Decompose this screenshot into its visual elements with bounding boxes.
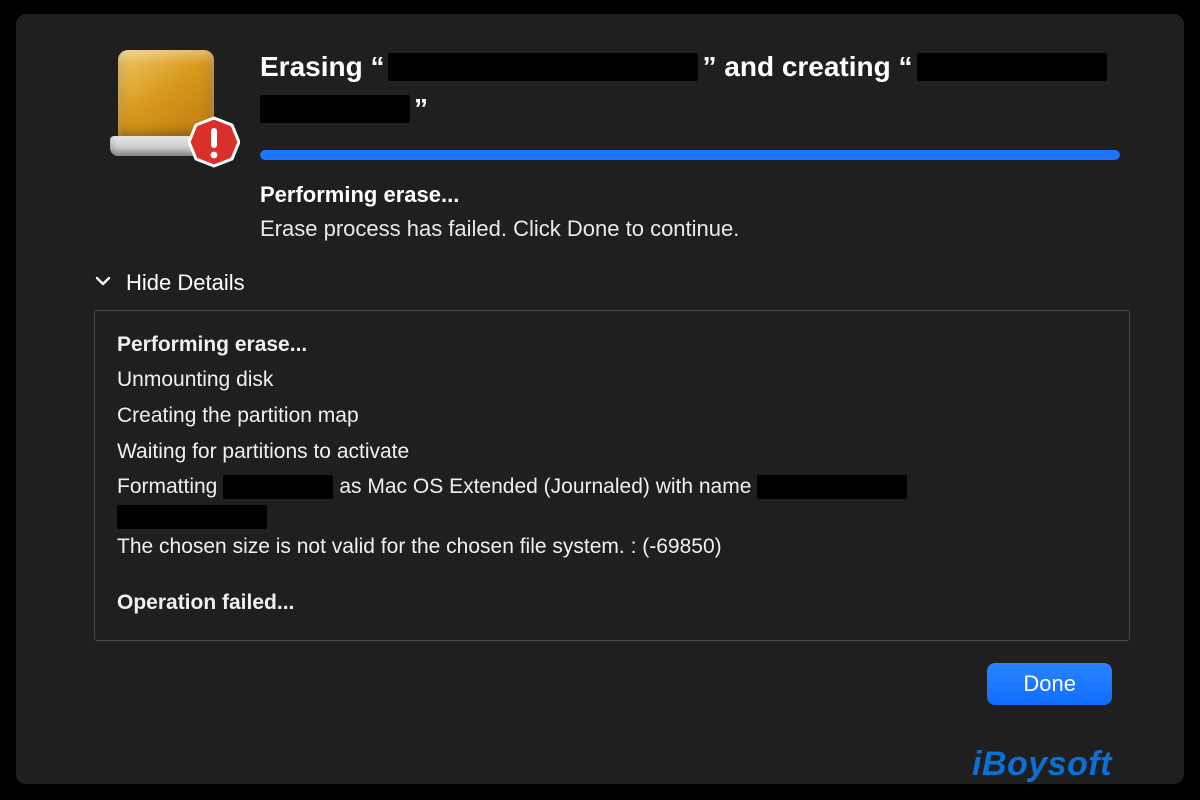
- log-spacer: [117, 565, 1107, 585]
- redacted-volume-name-1: [757, 475, 907, 499]
- redacted-target-name-2: [260, 95, 410, 123]
- chevron-down-icon: [94, 270, 112, 296]
- log-line: Unmounting disk: [117, 362, 1107, 398]
- redacted-target-name-1: [917, 53, 1107, 81]
- dialog-header: Erasing “ ” and creating “ ” Performing …: [60, 44, 1140, 242]
- progress-fill: [260, 150, 1120, 160]
- external-drive-icon: [110, 44, 230, 164]
- redacted-volume-name-2: [117, 505, 267, 529]
- watermark-logo: iBoysoft: [972, 745, 1112, 784]
- redacted-source-name: [388, 53, 698, 81]
- disk-utility-erase-dialog: Erasing “ ” and creating “ ” Performing …: [16, 14, 1184, 784]
- log-line: Performing erase...: [117, 327, 1107, 363]
- details-toggle-label: Hide Details: [126, 270, 245, 296]
- dialog-footer: Done: [60, 663, 1112, 705]
- log-line: Waiting for partitions to activate: [117, 434, 1107, 470]
- log-line: Creating the partition map: [117, 398, 1107, 434]
- progress-bar: [260, 150, 1120, 160]
- details-toggle[interactable]: Hide Details: [94, 270, 1140, 296]
- log-line: [117, 505, 1107, 529]
- status-block: Performing erase... Erase process has fa…: [260, 182, 1120, 242]
- error-badge-icon: [188, 116, 240, 168]
- log-line: Operation failed...: [117, 585, 1107, 621]
- dialog-title: Erasing “ ” and creating “ ”: [260, 48, 1120, 128]
- log-text: Formatting: [117, 469, 217, 505]
- log-text: as Mac OS Extended (Journaled) with name: [339, 469, 751, 505]
- log-line: Formatting as Mac OS Extended (Journaled…: [117, 469, 1107, 505]
- done-button[interactable]: Done: [987, 663, 1112, 705]
- dialog-title-area: Erasing “ ” and creating “ ” Performing …: [260, 44, 1140, 242]
- redacted-disk-id: [223, 475, 333, 499]
- title-text-prefix: Erasing “: [260, 48, 384, 86]
- details-log: Performing erase... Unmounting disk Crea…: [94, 310, 1130, 642]
- status-message: Erase process has failed. Click Done to …: [260, 216, 1120, 242]
- log-line: The chosen size is not valid for the cho…: [117, 529, 1107, 565]
- status-heading: Performing erase...: [260, 182, 1120, 208]
- title-text-mid: ” and creating “: [702, 48, 912, 86]
- title-text-close: ”: [414, 90, 428, 128]
